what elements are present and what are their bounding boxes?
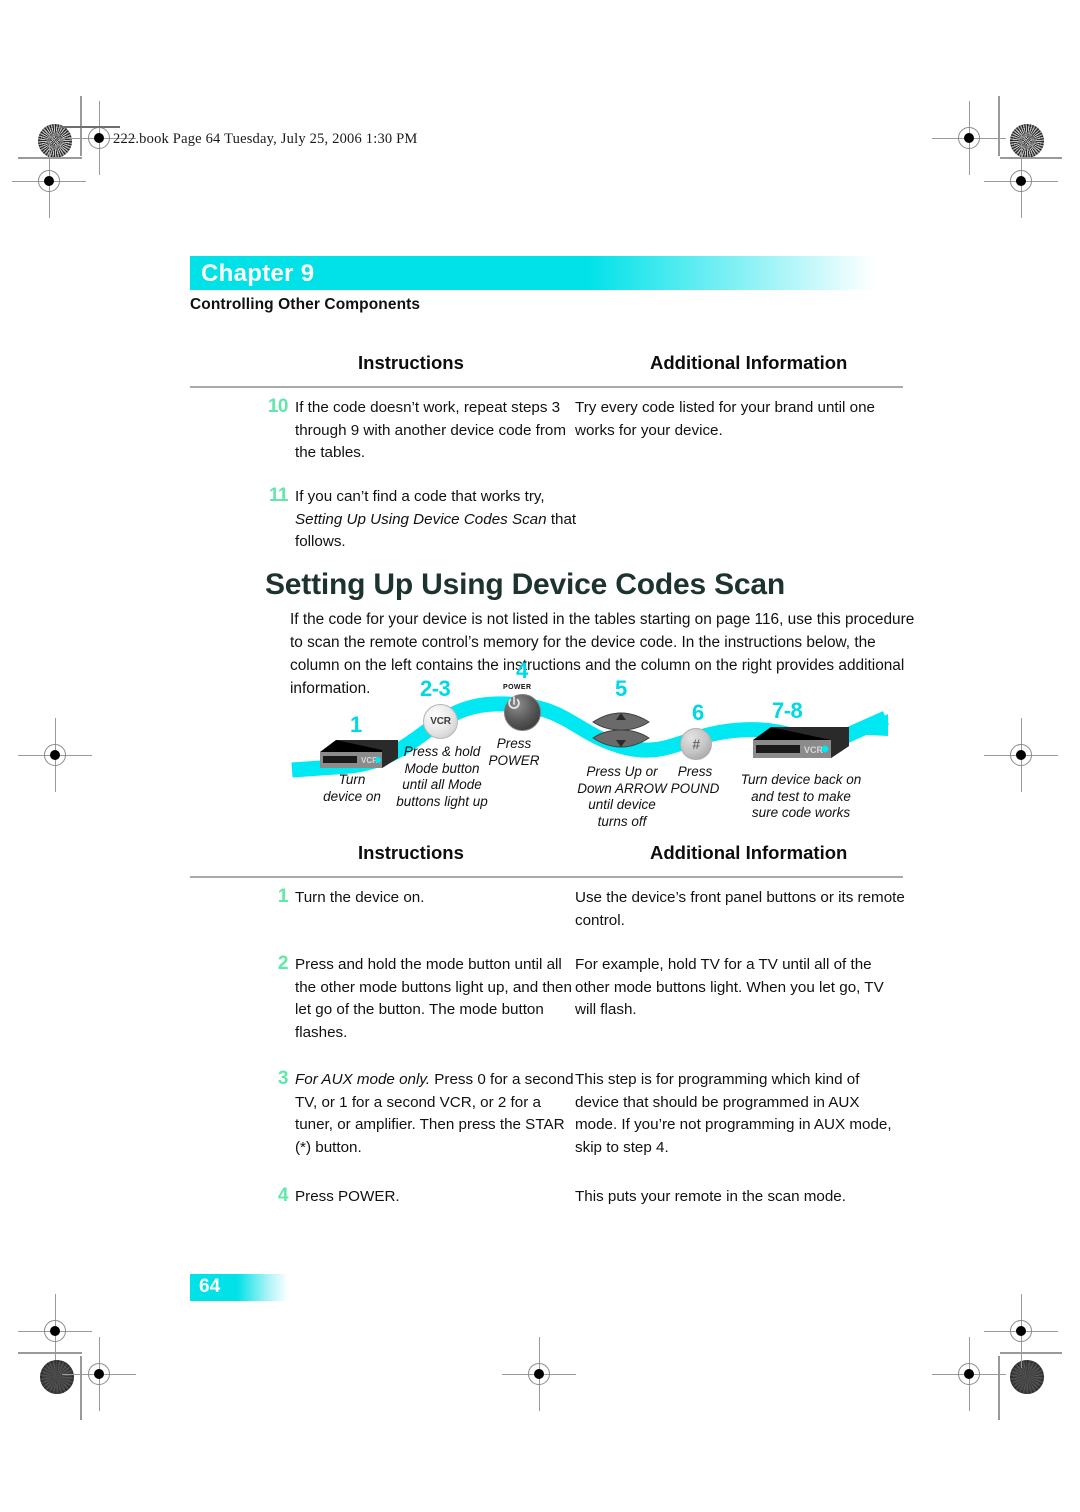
step-instruction: If you can’t find a code that works try,…	[295, 486, 580, 554]
diagram-step-number-5: 5	[615, 676, 627, 701]
instructions-table-top: Instructions Additional Information 10 I…	[190, 352, 903, 550]
table-header-row-top: Instructions Additional Information	[190, 352, 903, 386]
step-instruction-pre: If you can’t find a code that works try,	[295, 488, 545, 505]
step-instruction-emphasis: For AUX mode only.	[295, 1071, 431, 1088]
step-additional-info: For example, hold TV for a TV until all …	[575, 956, 884, 1018]
step-number: 10	[267, 396, 289, 417]
power-glyph-icon	[508, 696, 520, 709]
table-row: 4 Press POWER. This puts your remote in …	[190, 1185, 903, 1219]
column-header-additional-information: Additional Information	[650, 352, 848, 373]
diagram-step-caption-7-8: Turn device back on and test to make sure …	[740, 772, 862, 820]
svg-text:VCR: VCR	[804, 745, 824, 755]
step-instruction-emphasis: Setting Up Using Device Codes Scan	[295, 510, 547, 528]
power-button-top-label: POWER	[503, 684, 532, 691]
diagram-step-number-7-8: 7-8	[772, 698, 803, 723]
column-header-instructions: Instructions	[358, 842, 464, 863]
step-instruction: If the code doesn’t work, repeat steps 3…	[295, 399, 567, 461]
diagram-step-caption-5: Press Up or Down ARROW until device turns o…	[577, 764, 667, 829]
step-additional-info: Use the device’s front panel buttons or …	[575, 889, 905, 929]
table-header-rule-top	[190, 386, 903, 388]
page-content: Chapter 9 Controlling Other Components I…	[0, 0, 1080, 1512]
chapter-banner: Chapter 9	[190, 256, 875, 290]
instructions-table-bottom: Instructions Additional Information 1 Tu…	[190, 842, 905, 1206]
vcr-device-icon: VCR	[745, 724, 849, 758]
step-instruction: Press POWER.	[295, 1188, 400, 1205]
page-number: 64	[199, 1276, 221, 1297]
vcr-mode-button-icon: VCR	[423, 704, 458, 739]
table-row: 3 For AUX mode only. Press 0 for a secon…	[190, 1068, 903, 1170]
step-number: 4	[277, 1185, 289, 1206]
diagram-step-number-4: 4	[516, 658, 528, 683]
section-heading: Setting Up Using Device Codes Scan	[265, 568, 785, 602]
power-button-icon	[504, 694, 541, 731]
diagram-step-number-1: 1	[350, 712, 362, 737]
step-additional-info: This puts your remote in the scan mode.	[575, 1188, 846, 1205]
column-header-instructions: Instructions	[358, 352, 464, 373]
vcr-device-icon: VCR	[312, 738, 398, 772]
device-code-scan-flow-diagram: 1 VCR Turn device on 2-3 VCR Press & hold…	[290, 658, 890, 837]
diagram-step-caption-4: Press POWER	[488, 736, 540, 768]
chapter-subtitle: Controlling Other Components	[190, 296, 421, 313]
step-instruction: Turn the device on.	[295, 889, 425, 906]
step-instruction: For AUX mode only. Press 0 for a second …	[295, 1069, 580, 1159]
diagram-step-number-6: 6	[692, 700, 704, 725]
diagram-step-number-2-3: 2-3	[420, 676, 451, 701]
step-number: 3	[277, 1068, 289, 1089]
table-body-bottom: 1 Turn the device on. Use the device’s f…	[190, 886, 905, 1234]
pound-button-label: #	[692, 736, 700, 752]
table-header-rule-bottom	[190, 876, 903, 878]
diagram-step-caption-6: Press POUND	[670, 764, 720, 796]
step-number: 11	[268, 485, 289, 506]
column-header-additional-information: Additional Information	[650, 842, 848, 863]
mode-button-label: VCR	[430, 716, 451, 727]
table-row: 1 Turn the device on. Use the device’s f…	[190, 886, 905, 938]
chapter-title: Chapter 9	[201, 260, 315, 287]
pound-button-icon: #	[680, 728, 712, 760]
step-additional-info: This step is for programming which kind …	[575, 1071, 892, 1156]
table-row: 11 If you can’t find a code that works t…	[190, 485, 903, 559]
step-instruction: Press and hold the mode button until all…	[295, 956, 572, 1041]
table-header-row-bottom: Instructions Additional Information	[190, 842, 903, 876]
table-body-top: 10 If the code doesn’t work, repeat step…	[190, 396, 903, 574]
step-number: 2	[277, 953, 289, 974]
step-number: 1	[277, 886, 289, 907]
diagram-step-caption-1: Turn device on	[323, 772, 381, 804]
table-row: 10 If the code doesn’t work, repeat step…	[190, 396, 903, 470]
page-number-banner: 64	[190, 1274, 288, 1301]
table-row: 2 Press and hold the mode button until a…	[190, 953, 903, 1053]
step-additional-info: Try every code listed for your brand unt…	[575, 399, 875, 439]
